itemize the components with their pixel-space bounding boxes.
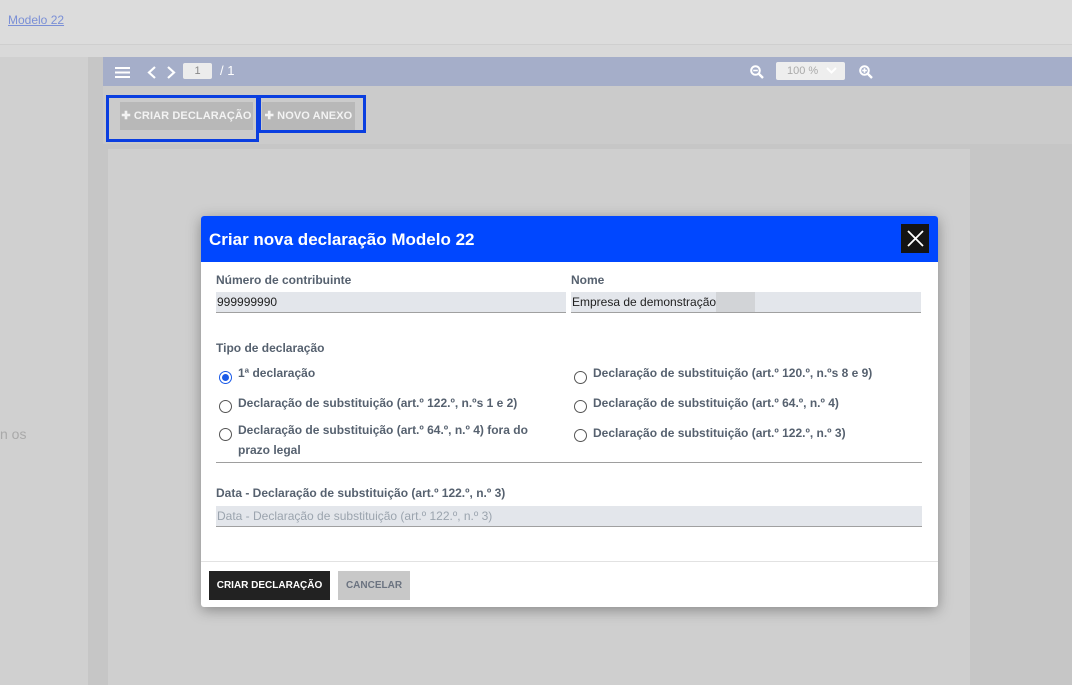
viewer-toolbar xyxy=(103,57,1072,86)
radio-label-substitution-64-4: Declaração de substituição (art.º 64.º, … xyxy=(593,396,839,410)
zoom-out-icon[interactable] xyxy=(750,57,764,86)
dialog-header: Criar nova declaração Modelo 22 xyxy=(201,216,938,262)
cancel-button[interactable]: CANCELAR xyxy=(338,571,410,600)
radio-substitution-122-1-2[interactable] xyxy=(219,400,232,413)
name-field-selection xyxy=(716,292,756,312)
radio-substitution-64-4-late[interactable] xyxy=(219,428,232,441)
radio-label-substitution-122-3: Declaração de substituição (art.º 122.º,… xyxy=(593,426,846,440)
radio-group-divider xyxy=(216,462,922,463)
close-button[interactable] xyxy=(901,224,929,253)
radio-substitution-122-3[interactable] xyxy=(574,429,587,442)
radio-label-substitution-64-4-late: Declaração de substituição (art.º 64.º, … xyxy=(238,423,528,457)
zoom-value: 100 % xyxy=(787,65,819,77)
dialog-title: Criar nova declaração Modelo 22 xyxy=(209,230,475,249)
new-annex-button[interactable]: ✚ NOVO ANEXO xyxy=(262,102,355,130)
radio-substitution-120-8-9[interactable] xyxy=(574,371,587,384)
radio-label-substitution-120-8-9: Declaração de substituição (art.º 120.º,… xyxy=(593,366,873,380)
create-declaration-dialog: Criar nova declaração Modelo 22 Número d… xyxy=(201,216,938,607)
name-field-value: Empresa de demonstração xyxy=(572,295,717,309)
nif-label: Número de contribuinte xyxy=(216,273,352,287)
left-panel: n os xyxy=(0,57,88,685)
chevron-down-icon xyxy=(826,63,837,80)
page-number-input[interactable] xyxy=(183,63,212,79)
radio-first-declaration[interactable] xyxy=(219,371,232,384)
close-icon xyxy=(907,230,924,247)
create-declaration-toolbar-button[interactable]: ✚ CRIAR DECLARAÇÃO xyxy=(120,102,253,130)
radio-substitution-64-4[interactable] xyxy=(574,400,587,413)
date-label: Data - Declaração de substituição (art.º… xyxy=(216,486,506,500)
create-declaration-button[interactable]: CRIAR DECLARAÇÃO xyxy=(209,571,330,600)
date-field[interactable]: Data - Declaração de substituição (art.º… xyxy=(216,506,922,527)
name-label: Nome xyxy=(571,273,605,287)
declaration-type-label: Tipo de declaração xyxy=(216,341,325,355)
next-page-icon[interactable] xyxy=(166,57,176,86)
previous-page-icon[interactable] xyxy=(147,57,157,86)
radio-label-first-declaration: 1ª declaração xyxy=(238,366,316,380)
left-panel-text: n os xyxy=(0,426,27,442)
nif-field[interactable]: 999999990 xyxy=(216,292,566,313)
radio-label-substitution-122-1-2: Declaração de substituição (art.º 122.º,… xyxy=(238,396,518,410)
name-field[interactable]: Empresa de demonstração xyxy=(571,292,921,313)
dialog-footer-divider xyxy=(201,561,938,562)
page-total: / 1 xyxy=(220,63,235,78)
zoom-in-icon[interactable] xyxy=(859,57,873,86)
top-bar: Modelo 22 xyxy=(0,0,1072,45)
zoom-select[interactable]: 100 % xyxy=(776,62,845,80)
menu-icon[interactable] xyxy=(115,57,130,86)
breadcrumb-link-modelo-22[interactable]: Modelo 22 xyxy=(8,13,64,27)
